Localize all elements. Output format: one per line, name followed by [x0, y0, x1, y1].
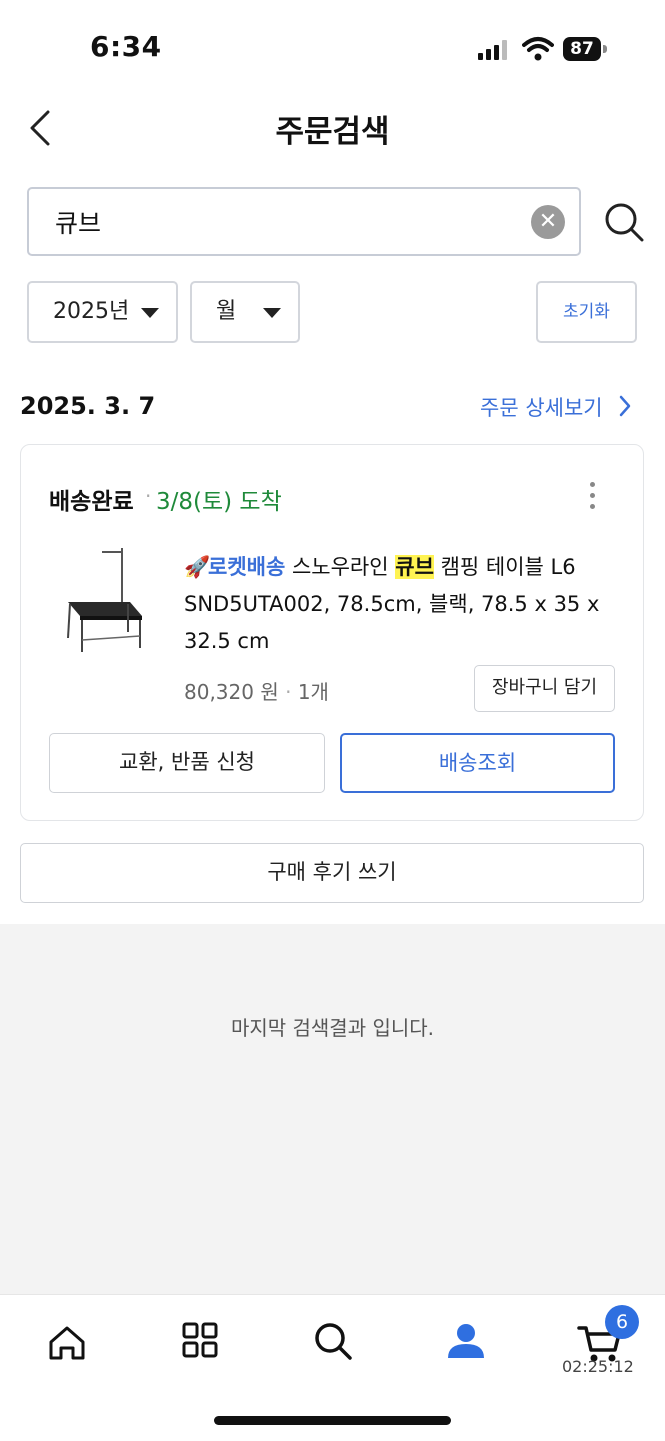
battery-level: 87: [563, 37, 601, 61]
product-name-start: 스노우라인: [291, 555, 389, 579]
cart-timer: 02:25:12: [562, 1357, 634, 1376]
write-review-button[interactable]: 구매 후기 쓰기: [20, 843, 644, 903]
rocket-icon: 🚀: [184, 555, 211, 579]
month-select-label: 월: [216, 299, 237, 324]
chevron-right-icon[interactable]: [617, 394, 633, 418]
separator-dot: ·: [145, 484, 152, 508]
track-delivery-button[interactable]: 배송조회: [340, 733, 615, 793]
category-icon[interactable]: [170, 1314, 230, 1374]
search-highlight: 큐브: [395, 555, 434, 579]
wifi-icon: [522, 37, 554, 61]
search-input[interactable]: [55, 189, 525, 254]
month-select[interactable]: 월: [190, 281, 300, 343]
caret-down-icon: [141, 308, 159, 318]
year-select[interactable]: 2025년: [27, 281, 178, 343]
add-to-cart-button[interactable]: 장바구니 담기: [474, 665, 615, 712]
product-image[interactable]: [52, 544, 148, 656]
search-box: ✕: [27, 187, 581, 256]
status-time: 6:34: [90, 30, 162, 63]
arrival-date: 3/8(토) 도착: [156, 489, 282, 515]
battery-icon: 87: [563, 37, 609, 61]
search-icon[interactable]: [303, 1314, 363, 1374]
page-title: 주문검색: [275, 114, 390, 150]
rocket-delivery-badge: 로켓배송: [208, 555, 286, 579]
signal-icon: [478, 40, 507, 60]
my-page-icon[interactable]: [436, 1314, 496, 1374]
home-indicator: [214, 1416, 451, 1425]
more-options-icon[interactable]: [580, 482, 604, 512]
price-quantity: 80,320 원 · 1개: [184, 676, 329, 705]
shipping-status: 배송완료: [49, 489, 134, 515]
exchange-return-button[interactable]: 교환, 반품 신청: [49, 733, 325, 793]
product-title[interactable]: 🚀로켓배송 스노우라인 큐브 캠핑 테이블 L6 SND5UTA002, 78.…: [184, 549, 604, 660]
reset-button[interactable]: 초기화: [536, 281, 637, 343]
price: 80,320 원: [184, 680, 279, 704]
search-icon[interactable]: [602, 200, 646, 244]
results-end-area: [0, 924, 665, 1294]
order-detail-link[interactable]: 주문 상세보기: [480, 392, 603, 422]
separator-dot: ·: [285, 680, 292, 704]
home-icon[interactable]: [37, 1314, 97, 1374]
quantity: 1개: [297, 680, 329, 704]
end-of-results-message: 마지막 검색결과 입니다.: [230, 1016, 435, 1040]
year-select-label: 2025년: [53, 299, 130, 324]
clear-icon[interactable]: ✕: [531, 205, 565, 239]
caret-down-icon: [263, 308, 281, 318]
order-date: 2025. 3. 7: [20, 392, 156, 420]
cart-count-badge: 6: [605, 1305, 639, 1339]
